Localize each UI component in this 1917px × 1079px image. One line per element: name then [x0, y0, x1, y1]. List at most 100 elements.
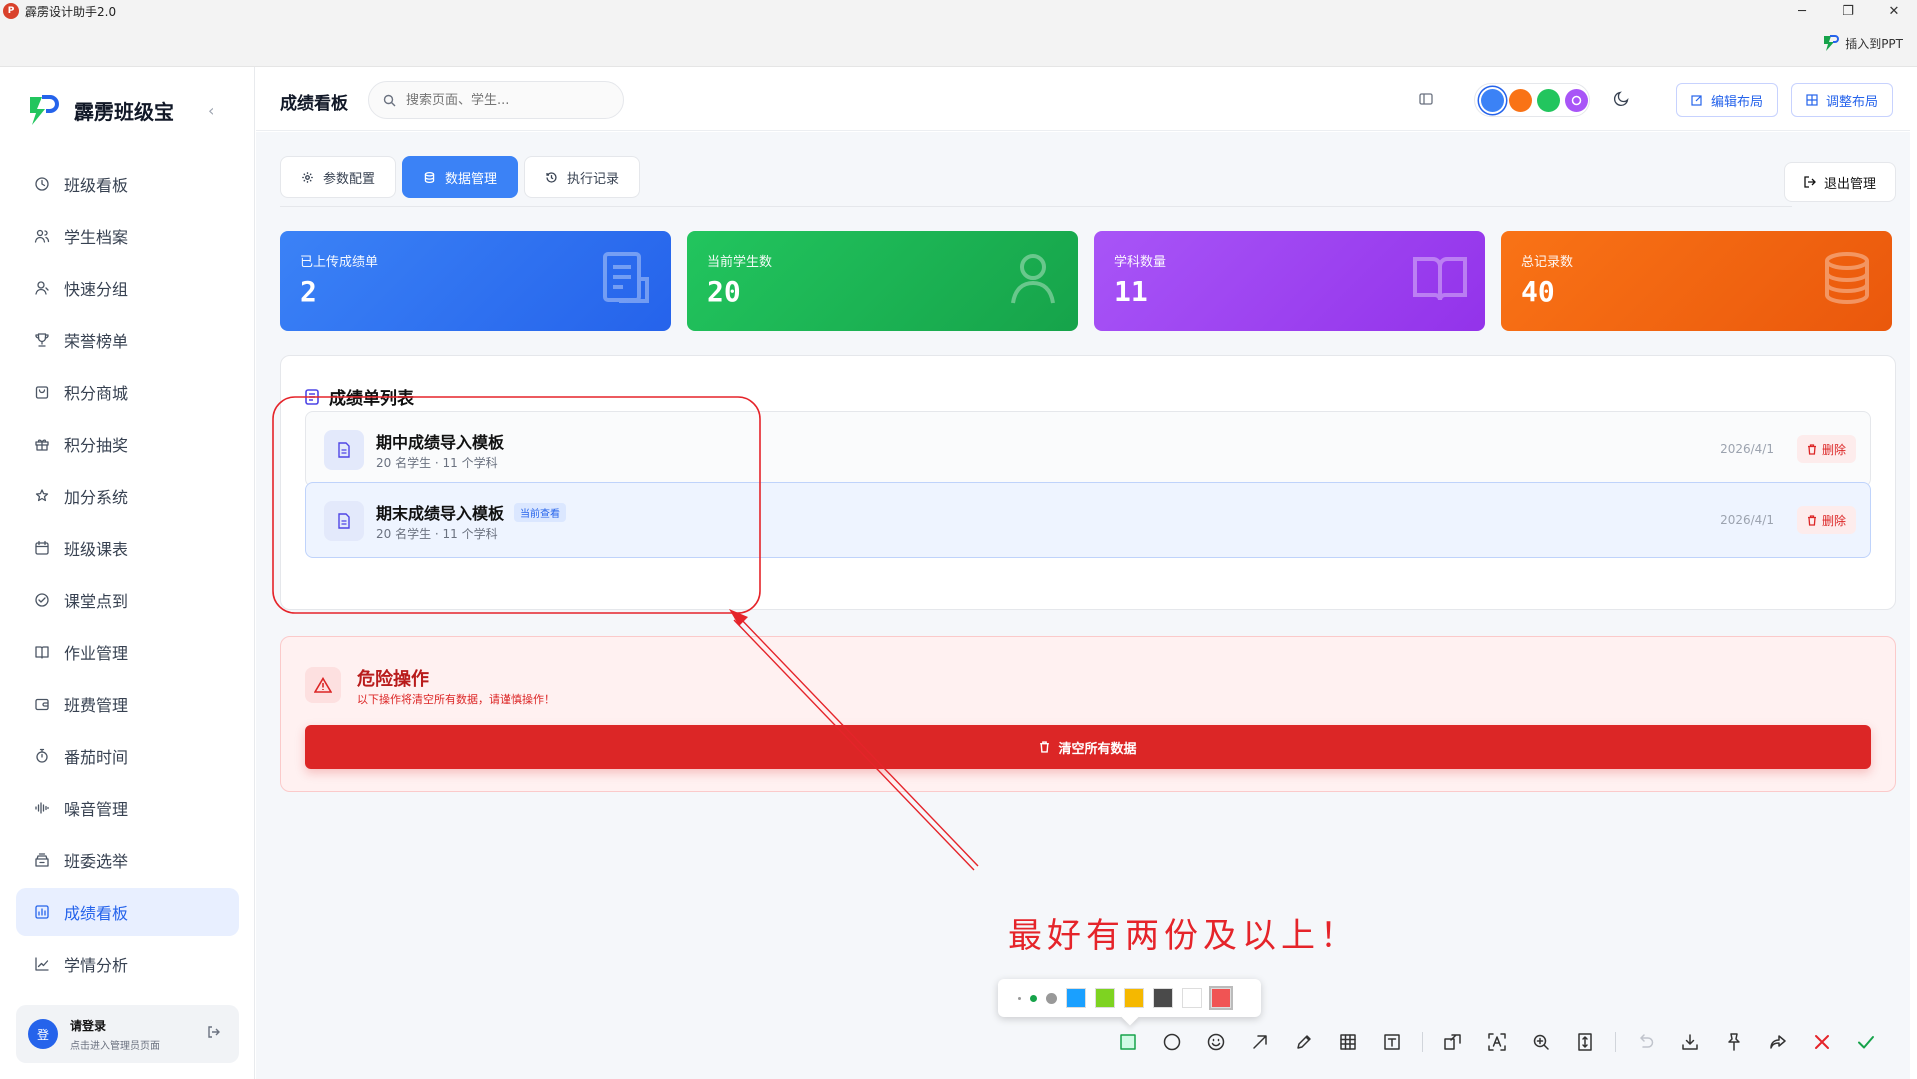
sidebar-nav: 班级看板 学生档案 快速分组 荣誉榜单 积分商城积分抽奖加分系统 班级课表 课堂点到 作业管理…	[16, 160, 239, 992]
stat-card-uploaded: 已上传成绩单 2	[280, 231, 671, 331]
clear-all-data-button[interactable]: 清空所有数据	[305, 725, 1871, 769]
sidebar-item[interactable]: 成绩看板	[16, 888, 239, 936]
color-swatch[interactable]	[1209, 986, 1233, 1010]
ocr-tool-button[interactable]	[1475, 1022, 1519, 1062]
stat-value: 20	[707, 275, 741, 308]
sidebar-item-label: 番茄时间	[64, 748, 129, 767]
theme-color-swatch[interactable]	[1481, 88, 1504, 112]
size-large-dot[interactable]	[1046, 992, 1057, 1004]
sidebar-item[interactable]: 班级课表	[16, 524, 239, 572]
ellipse-tool-button[interactable]	[1150, 1022, 1194, 1062]
color-swatch[interactable]	[1124, 988, 1144, 1008]
tab-divider	[280, 206, 1792, 207]
search-icon	[383, 94, 396, 106]
color-swatch[interactable]	[1066, 988, 1086, 1008]
sidebar-item[interactable]: 班委选举	[16, 836, 239, 884]
plus-star-icon	[35, 489, 49, 502]
palette-icon	[1571, 95, 1582, 105]
arrow-tool-button[interactable]	[1238, 1022, 1282, 1062]
delete-button[interactable]: 删除	[1796, 435, 1856, 463]
dark-mode-icon[interactable]	[1613, 91, 1629, 107]
sidebar-item[interactable]: 积分抽奖	[16, 420, 239, 468]
exit-management-button[interactable]: 退出管理	[1784, 162, 1896, 202]
share-icon	[1770, 1035, 1786, 1049]
adjust-layout-button[interactable]: 调整布局	[1791, 83, 1894, 117]
magnifier-tool-button[interactable]	[1519, 1022, 1563, 1062]
pen-tool-button[interactable]	[1282, 1022, 1326, 1062]
page-header: 成绩看板 编辑布局 调整布局	[256, 67, 1910, 131]
sidebar-item[interactable]: 学生档案	[16, 212, 239, 260]
maximize-button[interactable]: ❐	[1825, 0, 1871, 22]
collapse-sidebar-button[interactable]: ‹	[208, 101, 214, 120]
insert-ppt-icon	[1824, 35, 1840, 51]
sidebar-item[interactable]: 噪音管理	[16, 784, 239, 832]
mosaic-tool-button[interactable]	[1326, 1022, 1370, 1062]
sheet-name: 期末成绩导入模板	[376, 504, 505, 523]
close-window-button[interactable]: ✕	[1871, 0, 1917, 22]
sidebar-item[interactable]: 课堂点到	[16, 576, 239, 624]
logout-icon[interactable]	[207, 1025, 221, 1039]
search-input[interactable]	[406, 92, 606, 108]
pin-image-tool-button[interactable]	[1431, 1022, 1475, 1062]
edit-layout-button[interactable]: 编辑布局	[1676, 83, 1779, 117]
theme-color-swatch[interactable]	[1509, 88, 1532, 112]
score-sheet-row[interactable]: 期末成绩导入模板 当前查看 20 名学生 · 11 个学科 2026/4/1 删…	[305, 482, 1871, 558]
exit-icon	[1804, 176, 1816, 188]
sidebar-item[interactable]: 番茄时间	[16, 732, 239, 780]
score-list-card: 成绩单列表 期中成绩导入模板 20 名学生 · 11 个学科 2026/4/1 …	[280, 355, 1896, 610]
warning-icon-box	[305, 667, 341, 703]
theme-color-swatch[interactable]	[1537, 88, 1560, 112]
ellipse-icon	[1163, 1033, 1181, 1051]
tab[interactable]: 数据管理	[402, 156, 519, 198]
tab[interactable]: 执行记录	[524, 156, 641, 198]
sidebar-item[interactable]: 班费管理	[16, 680, 239, 728]
scroll-capture-tool-button[interactable]	[1563, 1022, 1607, 1062]
share-tool-button[interactable]	[1756, 1022, 1800, 1062]
minimize-button[interactable]: ─	[1779, 0, 1825, 22]
sidebar-item[interactable]: 加分系统	[16, 472, 239, 520]
theme-palette-swatch[interactable]	[1565, 88, 1588, 112]
database-icon	[1825, 252, 1869, 305]
trophy-icon	[35, 333, 49, 347]
confirm-tool-button[interactable]	[1844, 1022, 1888, 1062]
insert-ppt-button[interactable]: 插入到PPT	[1821, 34, 1903, 52]
brand-name: 霹雳班级宝	[74, 99, 174, 124]
file-icon-box	[324, 501, 364, 541]
sidebar-item[interactable]: 快速分组	[16, 264, 239, 312]
pin-tool-button[interactable]	[1712, 1022, 1756, 1062]
color-swatch[interactable]	[1153, 988, 1173, 1008]
sidebar-item-label: 成绩看板	[64, 904, 129, 923]
cancel-tool-button[interactable]	[1800, 1022, 1844, 1062]
sidebar-item[interactable]: 作业管理	[16, 628, 239, 676]
score-list-title: 成绩单列表	[305, 384, 414, 409]
sheet-date: 2026/4/1	[1720, 513, 1774, 527]
text-tool-button[interactable]	[1370, 1022, 1414, 1062]
sidebar-item[interactable]: 学情分析	[16, 940, 239, 988]
tab-label: 参数配置	[323, 171, 376, 187]
tab[interactable]: 参数配置	[280, 156, 397, 198]
sidebar-toggle-icon[interactable]	[1418, 91, 1434, 107]
sidebar: 霹雳班级宝 ‹ 班级看板 学生档案 快速分组 荣誉榜单 积分商城积分抽奖加分系统 班级课表…	[0, 67, 255, 1079]
undo-tool-button[interactable]	[1624, 1022, 1668, 1062]
size-medium-dot[interactable]	[1030, 994, 1037, 1002]
rectangle-tool-button[interactable]	[1106, 1022, 1150, 1062]
gift-icon	[35, 439, 49, 451]
score-sheet-row[interactable]: 期中成绩导入模板 20 名学生 · 11 个学科 2026/4/1 删除	[305, 411, 1871, 487]
calendar-icon	[35, 540, 49, 555]
size-small-dot[interactable]	[1018, 996, 1021, 1000]
save-tool-button[interactable]	[1668, 1022, 1712, 1062]
color-swatch[interactable]	[1182, 988, 1202, 1008]
login-card[interactable]: 登 请登录 点击进入管理员页面	[16, 1005, 239, 1063]
bar-chart-icon	[35, 905, 49, 919]
search-box[interactable]	[368, 81, 624, 119]
sidebar-item[interactable]: 荣誉榜单	[16, 316, 239, 364]
sidebar-item[interactable]: 积分商城	[16, 368, 239, 416]
brand[interactable]: 霹雳班级宝	[28, 93, 174, 127]
edit-layout-label: 编辑布局	[1711, 94, 1764, 110]
delete-button[interactable]: 删除	[1796, 506, 1856, 534]
sidebar-item[interactable]: 班级看板	[16, 160, 239, 208]
sidebar-item-label: 积分抽奖	[64, 436, 129, 455]
color-swatch[interactable]	[1095, 988, 1115, 1008]
emoji-tool-button[interactable]	[1194, 1022, 1238, 1062]
danger-subtitle: 以下操作将清空所有数据，请谨慎操作！	[357, 693, 555, 706]
